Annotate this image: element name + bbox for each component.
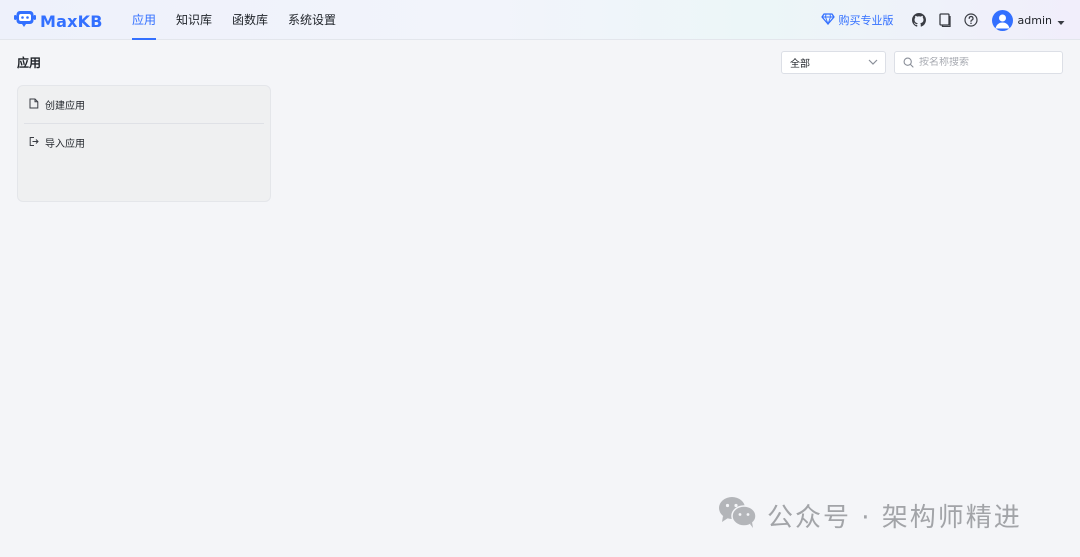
main-nav: 应用 知识库 函数库 系统设置	[122, 0, 346, 40]
create-application-label: 创建应用	[45, 101, 85, 112]
github-icon[interactable]	[911, 12, 927, 28]
upgrade-label: 购买专业版	[838, 14, 894, 27]
create-application-button[interactable]: 创建应用	[23, 86, 265, 123]
book-icon[interactable]	[937, 12, 953, 28]
maxkb-logo-icon	[14, 9, 36, 33]
search-icon	[903, 53, 914, 72]
help-icon[interactable]	[963, 12, 979, 28]
username: admin	[1017, 13, 1052, 27]
header-actions: 购买专业版 admin	[820, 0, 1065, 40]
nav-item-applications[interactable]: 应用	[132, 0, 157, 40]
import-application-label: 导入应用	[45, 139, 85, 150]
upgrade-button[interactable]: 购买专业版	[820, 12, 894, 28]
watermark: 公众号 · 架构师精进	[717, 495, 1022, 536]
nav-item-knowledge-base[interactable]: 知识库	[176, 0, 212, 40]
import-application-button[interactable]: 导入应用	[23, 124, 265, 161]
user-menu[interactable]: admin	[991, 9, 1065, 31]
logo-text: MaxKB	[40, 11, 103, 31]
chevron-down-icon	[868, 57, 878, 68]
page-title: 应用	[17, 56, 42, 70]
create-application-card: 创建应用 导入应用	[17, 85, 271, 202]
diamond-icon	[820, 12, 835, 28]
caret-down-icon	[1057, 11, 1065, 30]
nav-item-system-settings[interactable]: 系统设置	[288, 0, 336, 40]
filter-selected-value: 全部	[790, 59, 810, 70]
type-filter-select[interactable]: 全部	[781, 51, 886, 74]
nav-item-function-library[interactable]: 函数库	[232, 0, 268, 40]
search-box	[894, 51, 1063, 74]
watermark-text: 公众号 · 架构师精进	[767, 503, 1022, 533]
logo[interactable]: MaxKB	[14, 9, 103, 33]
new-document-icon	[29, 98, 39, 112]
wechat-icon	[717, 495, 759, 536]
import-icon	[29, 136, 39, 150]
search-input[interactable]	[919, 57, 1054, 68]
avatar	[991, 9, 1013, 31]
top-header: MaxKB 应用 知识库 函数库 系统设置 购买专业版 admin	[0, 0, 1080, 40]
